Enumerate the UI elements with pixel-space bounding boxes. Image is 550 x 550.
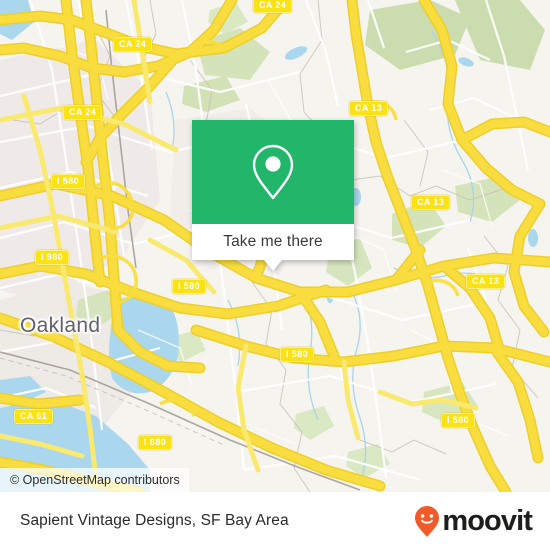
road-shield: I 980 <box>35 250 70 265</box>
road-shield: I 580 <box>280 347 315 362</box>
map-screenshot: CA 24 CA 24 CA 24 CA 13 CA 13 I 580 I 98… <box>0 0 550 550</box>
place-title: Sapient Vintage Designs, SF Bay Area <box>20 512 289 529</box>
road-shield: I 580 <box>441 413 476 428</box>
map-pin-icon <box>192 120 354 224</box>
road-shield: I 580 <box>51 174 86 189</box>
moovit-smiley-pin-icon-glyph <box>415 505 440 537</box>
road-shield: CA 24 <box>253 0 293 13</box>
callout-action-area[interactable]: Take me there <box>192 224 354 260</box>
map-pin-icon-glyph <box>252 144 294 200</box>
callout-pointer <box>264 260 282 271</box>
moovit-wordmark: moovit <box>442 504 533 537</box>
road-shield: CA 13 <box>466 274 506 289</box>
callout-image-area <box>192 120 354 224</box>
place-callout[interactable]: Take me there <box>192 120 354 271</box>
map-canvas[interactable]: CA 24 CA 24 CA 24 CA 13 CA 13 I 580 I 98… <box>0 0 550 492</box>
footer-bar: Sapient Vintage Designs, SF Bay Area moo… <box>0 492 550 550</box>
road-shield: I 580 <box>172 279 207 294</box>
road-shield: CA 24 <box>63 105 103 120</box>
city-label-oakland: Oakland <box>20 314 101 337</box>
road-shield: I 880 <box>138 435 173 450</box>
take-me-there-label: Take me there <box>223 233 323 250</box>
attribution-text: © OpenStreetMap contributors <box>10 473 180 487</box>
road-shield: CA 13 <box>411 195 451 210</box>
moovit-smiley-pin-icon <box>414 505 440 538</box>
road-shield: CA 24 <box>113 37 153 52</box>
moovit-brand[interactable]: moovit <box>414 504 533 538</box>
road-shield: CA 13 <box>349 101 389 116</box>
map-attribution[interactable]: © OpenStreetMap contributors <box>0 468 189 492</box>
road-shield: CA 61 <box>14 409 54 424</box>
